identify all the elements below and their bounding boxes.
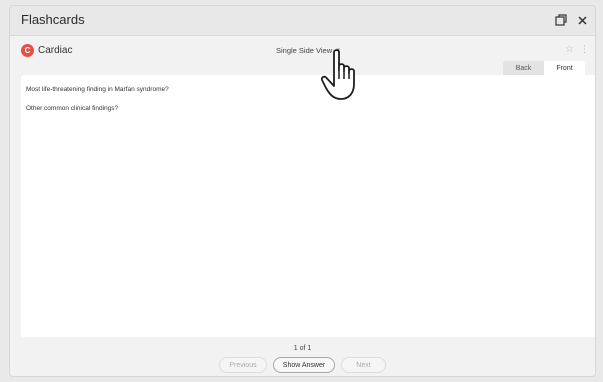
card-navigation: Previous Show Answer Next xyxy=(10,357,595,373)
card-face: Most life-threatening finding in Marfan … xyxy=(21,75,595,337)
card-question-line: Other common clinical findings? xyxy=(26,105,119,112)
card-toolbar: C Cardiac Single Side View ▼ ☆ ⋮ xyxy=(10,36,595,64)
flashcards-window: Flashcards C Cardiac Single Side View ▼ xyxy=(9,5,596,377)
card-question-line: Most life-threatening finding in Marfan … xyxy=(26,86,169,93)
hand-cursor-icon xyxy=(320,49,355,100)
deck-badge: C xyxy=(21,44,34,57)
window-controls xyxy=(554,13,589,27)
tab-back[interactable]: Back xyxy=(503,61,544,75)
card-counter: 1 of 1 xyxy=(293,345,312,352)
star-icon[interactable]: ☆ xyxy=(565,44,574,55)
show-answer-button[interactable]: Show Answer xyxy=(273,357,335,373)
deck-name: Cardiac xyxy=(38,45,73,56)
more-icon[interactable]: ⋮ xyxy=(580,45,589,54)
previous-button[interactable]: Previous xyxy=(219,357,267,373)
close-icon[interactable] xyxy=(575,13,589,27)
side-tabs: Back Front xyxy=(503,61,585,75)
window-title: Flashcards xyxy=(21,12,85,27)
popout-icon[interactable] xyxy=(554,13,568,27)
card-tools: ☆ ⋮ xyxy=(565,44,589,55)
title-bar: Flashcards xyxy=(10,6,595,36)
deck-label[interactable]: C Cardiac xyxy=(21,44,72,57)
tab-front[interactable]: Front xyxy=(544,61,585,75)
next-button[interactable]: Next xyxy=(341,357,386,373)
